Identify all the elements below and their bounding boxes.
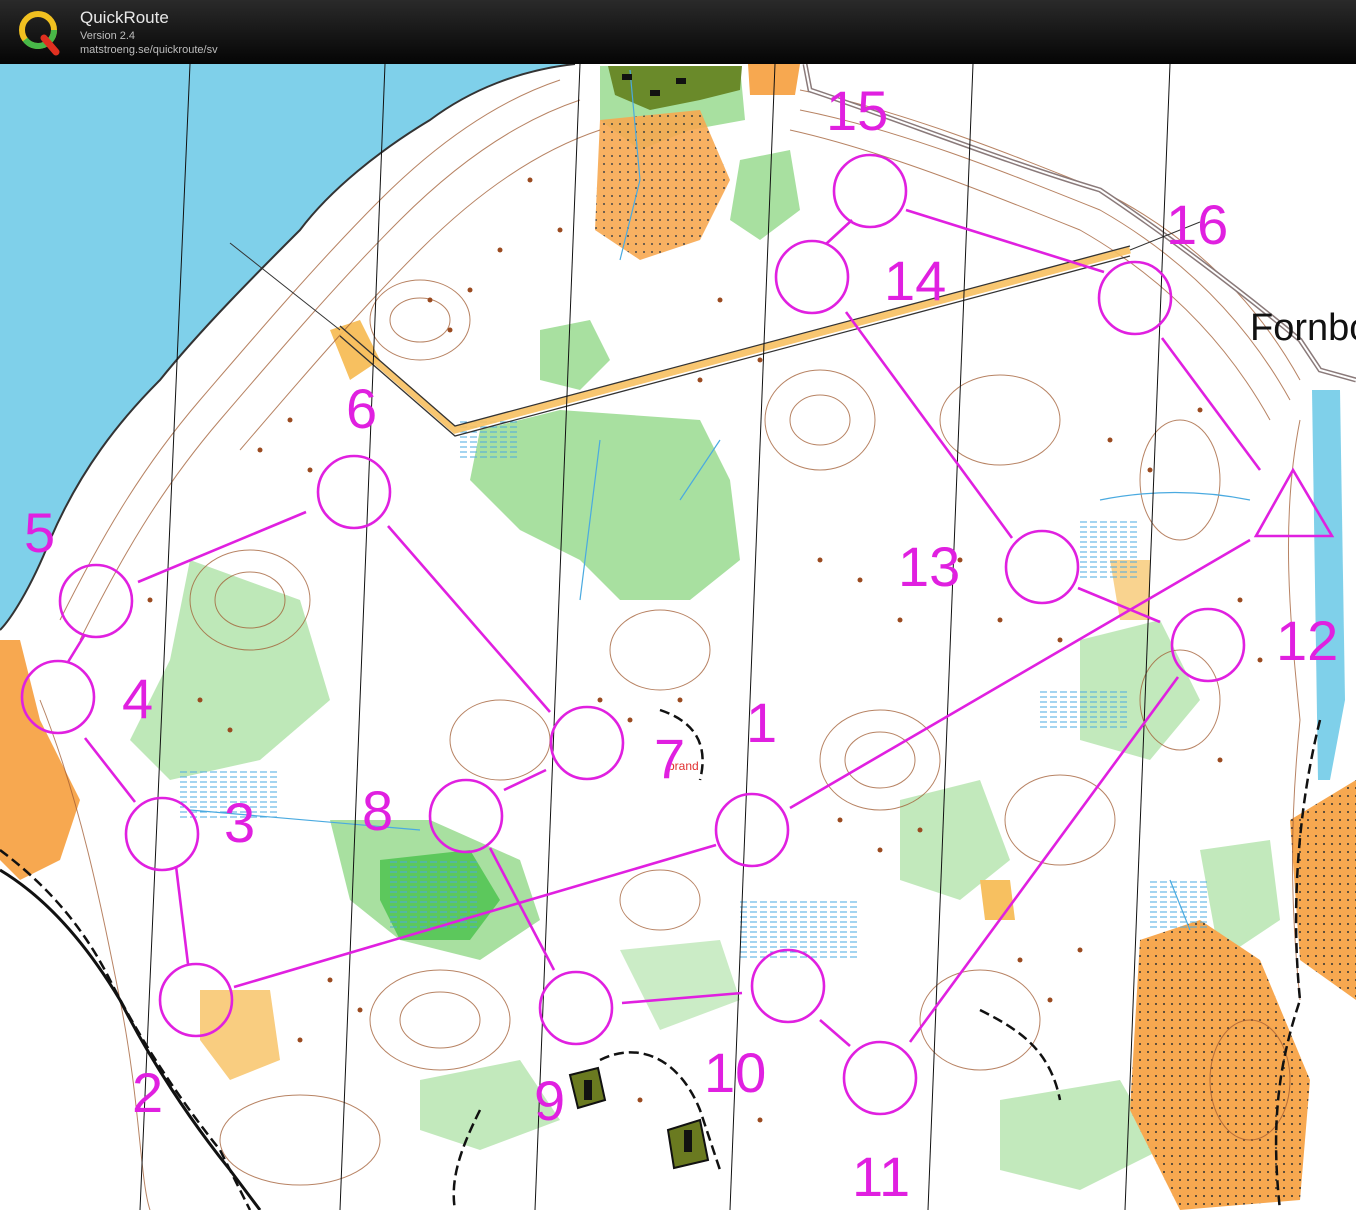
- control-number-6: 6: [346, 377, 377, 440]
- control-number-3: 3: [224, 791, 255, 854]
- control-number-14: 14: [884, 249, 946, 312]
- quickroute-logo-icon: [19, 11, 60, 56]
- app-url[interactable]: matstroeng.se/quickroute/sv: [80, 44, 218, 56]
- orienteering-map[interactable]: Fornbo brand: [0, 64, 1356, 1210]
- control-number-4: 4: [122, 667, 153, 730]
- place-label-fornbo: Fornbo: [1250, 307, 1356, 349]
- control-number-13: 13: [898, 535, 960, 598]
- control-number-7: 7: [654, 727, 685, 790]
- control-number-15: 15: [826, 79, 888, 142]
- control-number-16: 16: [1166, 193, 1228, 256]
- control-number-9: 9: [534, 1069, 565, 1132]
- control-number-2: 2: [132, 1061, 163, 1124]
- control-number-12: 12: [1276, 609, 1338, 672]
- title-bar: QuickRoute Version 2.4 matstroeng.se/qui…: [0, 0, 1356, 64]
- control-number-5: 5: [24, 501, 55, 564]
- app-title: QuickRoute: [80, 8, 169, 27]
- map-svg: Fornbo brand: [0, 64, 1356, 1210]
- control-number-1: 1: [746, 691, 777, 754]
- control-number-8: 8: [362, 779, 393, 842]
- control-number-11: 11: [852, 1145, 910, 1208]
- control-number-10: 10: [704, 1041, 766, 1104]
- app-version: Version 2.4: [80, 30, 136, 42]
